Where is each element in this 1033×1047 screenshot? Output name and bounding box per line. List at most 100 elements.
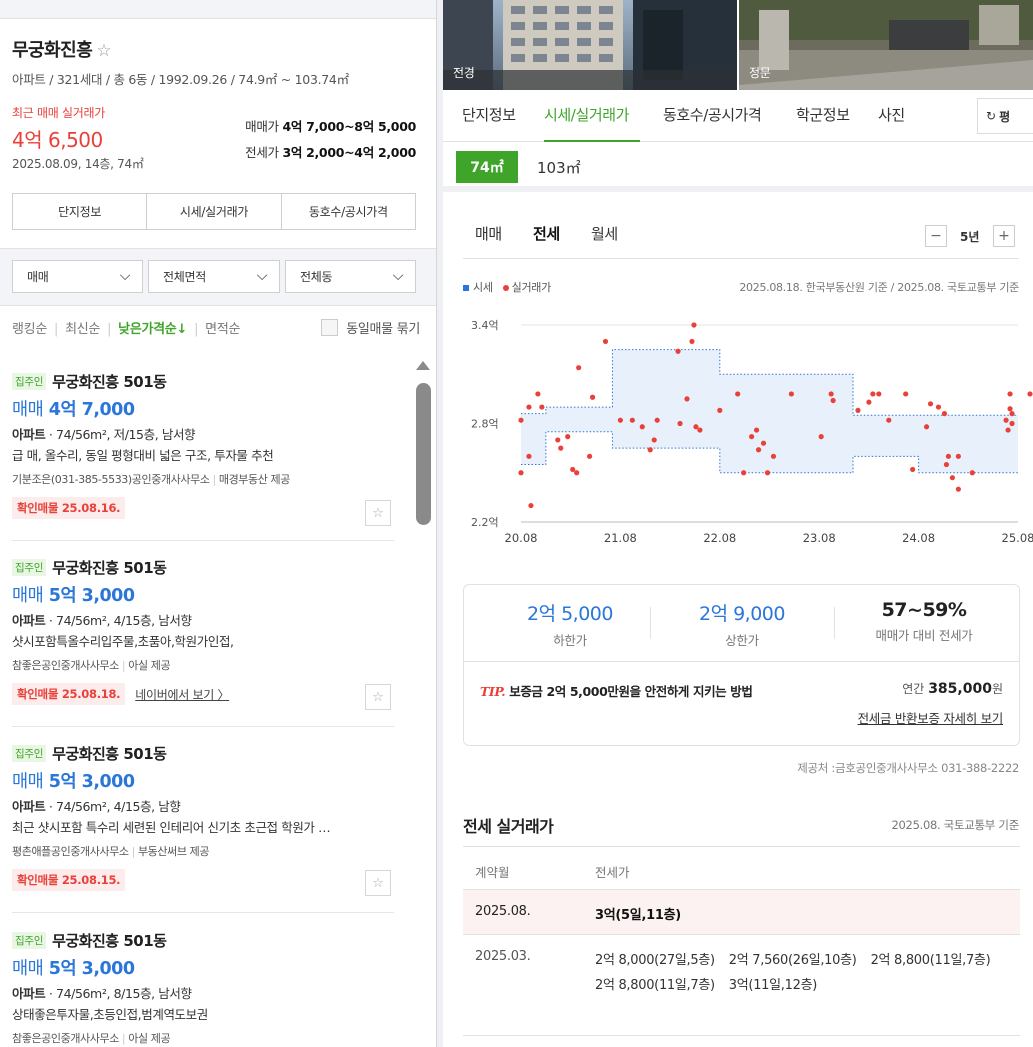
sort-low-price[interactable]: 낮은가격순↓ xyxy=(118,318,187,337)
trade-point xyxy=(886,417,892,423)
trade-point xyxy=(697,427,703,433)
dong-select[interactable]: 전체동 ⌵ xyxy=(285,260,416,293)
x-tick-label: 22.08 xyxy=(703,531,736,545)
listing-item[interactable]: 집주인 무궁화진흥 501동 매매 4억 7,000 아파트 · 74/56m²,… xyxy=(12,371,394,519)
col-month: 계약월 xyxy=(475,865,510,880)
listing-spec: 아파트 · 74/56m², 4/15층, 남향 xyxy=(12,799,181,814)
listing-note: 급 매, 올수리, 동일 평형대비 넓은 구조, 투자물 추천 xyxy=(12,448,274,463)
listing-note: 상태좋은투자물,초등인접,범계역도보권 xyxy=(12,1007,208,1022)
complex-info-button[interactable]: 단지정보 xyxy=(13,194,148,229)
band-area xyxy=(521,349,1018,473)
dedupe-toggle[interactable]: 동일매물 묶기 xyxy=(321,318,420,337)
listing-source: 참좋은공인중개사사무소 | 아실 제공 xyxy=(12,659,171,672)
period-value: 5년 xyxy=(960,230,980,244)
listing-price: 매매 5억 3,000 xyxy=(12,772,135,792)
listing-name: 무궁화진흥 501동 xyxy=(52,373,167,391)
trade-point xyxy=(1027,391,1033,397)
pyeong-label: 평 xyxy=(999,109,1011,124)
sale-price-range: 매매가 4억 7,000~8억 5,000 xyxy=(245,116,416,135)
photo-gate[interactable]: 정문 xyxy=(739,0,1033,90)
sort-area[interactable]: 면적순 xyxy=(205,318,240,337)
scroll-up-arrow-icon[interactable] xyxy=(416,361,430,370)
trade-month: 2025.03. xyxy=(475,949,531,964)
area-74-chip[interactable]: 74㎡ xyxy=(456,151,518,183)
trade-value: 2억 8,000(27일,5층) xyxy=(595,953,715,968)
table-body: 2025.08. 3억(5일,11층) 2025.03. 2억 8,000(27일,5… xyxy=(463,890,1020,1036)
deal-tab-monthly[interactable]: 월세 xyxy=(591,223,618,244)
deal-tab-jeonse[interactable]: 전세 xyxy=(533,223,560,244)
unit-price-button[interactable]: 동호수/공시가격 xyxy=(282,194,415,229)
dong-value: 전체동 xyxy=(300,270,333,284)
real-trade-table: 계약월 전세가 2025.08. 3억(5일,11층) 2025.03. 2억 8,0… xyxy=(463,846,1020,1036)
ratio-block: 57~59% 매매가 대비 전세가 xyxy=(834,599,1014,644)
tab-unit-price[interactable]: 동호수/공시가격 xyxy=(663,104,762,125)
trade-point xyxy=(629,417,635,423)
dedupe-checkbox[interactable] xyxy=(321,319,339,336)
pyeong-toggle-button[interactable]: ↻ 평 xyxy=(977,98,1033,134)
divider xyxy=(464,661,1019,662)
chevron-down-icon: ⌵ xyxy=(119,268,131,284)
gate-photo-image xyxy=(739,0,1033,90)
period-minus-button[interactable]: − xyxy=(925,225,947,247)
deal-type-select[interactable]: 매매 ⌵ xyxy=(12,260,143,293)
price-chart[interactable]: 2.2억 2.8억 3.4억 20.08 21.08 22.08 23.08 24.08 25.… xyxy=(443,300,1033,550)
listing-item[interactable]: 집주인 무궁화진흥 501동 매매 5억 3,000 아파트 · 74/56m²,… xyxy=(12,557,394,705)
price-history-button[interactable]: 시세/실거래가 xyxy=(147,194,282,229)
listing-item[interactable]: 집주인 무궁화진흥 501동 매매 5억 3,000 아파트 · 74/56m²,… xyxy=(12,930,394,1046)
trade-point xyxy=(651,437,657,443)
tab-school[interactable]: 학군정보 xyxy=(796,104,850,125)
tab-complex-info[interactable]: 단지정보 xyxy=(462,104,516,125)
trade-point xyxy=(574,470,580,476)
trade-point xyxy=(677,420,683,427)
area-103-chip[interactable]: 103㎡ xyxy=(537,157,581,178)
trade-point xyxy=(1009,420,1015,427)
tab-photos[interactable]: 사진 xyxy=(878,104,905,125)
guarantee-detail-link[interactable]: 전세금 반환보증 자세히 보기 xyxy=(858,708,1004,727)
trade-point xyxy=(617,417,623,423)
complex-nav-buttons: 단지정보 시세/실거래가 동호수/공시가격 xyxy=(12,193,416,230)
trade-point xyxy=(675,348,681,354)
listing-source: 참좋은공인중개사사무소 | 아실 제공 xyxy=(12,1032,171,1045)
trade-point xyxy=(1007,391,1013,397)
sort-ranking[interactable]: 랭킹순 xyxy=(12,318,47,337)
x-tick-label: 23.08 xyxy=(803,531,836,545)
scrollbar-thumb[interactable] xyxy=(416,383,431,525)
trade-point xyxy=(855,407,861,413)
listing-spec: 아파트 · 74/56m², 4/15층, 남서향 xyxy=(12,613,192,628)
trade-point xyxy=(717,407,723,413)
tip-text: TIP. 보증금 2억 5,000만원을 안전하게 지키는 방법 xyxy=(480,684,753,699)
listing-price: 매매 5억 3,000 xyxy=(12,959,135,979)
trade-value: 2억 7,560(26일,10층) xyxy=(728,953,857,968)
table-header: 계약월 전세가 xyxy=(463,846,1020,890)
photo-exterior[interactable]: 전경 xyxy=(443,0,737,90)
recent-sale-date: 2025.08.09, 14층, 74㎡ xyxy=(12,157,144,171)
tab-price-history[interactable]: 시세/실거래가 xyxy=(544,104,629,125)
chart-legend: 시세 실거래가 xyxy=(463,279,551,295)
favorite-star-icon[interactable]: ☆ xyxy=(96,41,111,61)
naver-view-link[interactable]: 네이버에서 보기 〉 xyxy=(135,686,229,703)
trade-point xyxy=(539,404,545,410)
area-select[interactable]: 전체면적 ⌵ xyxy=(148,260,280,293)
star-icon[interactable]: ☆ xyxy=(365,684,391,710)
jeonse-label: 전세가 xyxy=(245,145,279,160)
deal-tab-sale[interactable]: 매매 xyxy=(475,223,502,244)
trade-point xyxy=(866,399,872,405)
photo-label: 전경 xyxy=(453,66,475,80)
period-plus-button[interactable]: + xyxy=(993,225,1015,247)
x-tick-label: 24.08 xyxy=(902,531,935,545)
trade-point xyxy=(755,447,762,453)
trade-point xyxy=(526,453,532,459)
trade-point xyxy=(535,391,541,397)
confirmed-badge: 확인매물 25.08.18. xyxy=(12,683,126,705)
listing-item[interactable]: 집주인 무궁화진흥 501동 매매 5억 3,000 아파트 · 74/56m²,… xyxy=(12,743,394,891)
trade-point xyxy=(555,437,561,443)
chevron-down-icon: ⌵ xyxy=(256,268,268,284)
trade-point xyxy=(558,445,564,451)
listing-price: 매매 5억 3,000 xyxy=(12,586,135,606)
sort-latest[interactable]: 최신순 xyxy=(65,318,100,337)
star-icon[interactable]: ☆ xyxy=(365,500,391,526)
trade-point xyxy=(654,417,660,423)
owner-tag: 집주인 xyxy=(12,745,47,762)
star-icon[interactable]: ☆ xyxy=(365,870,391,896)
divider xyxy=(12,540,394,541)
